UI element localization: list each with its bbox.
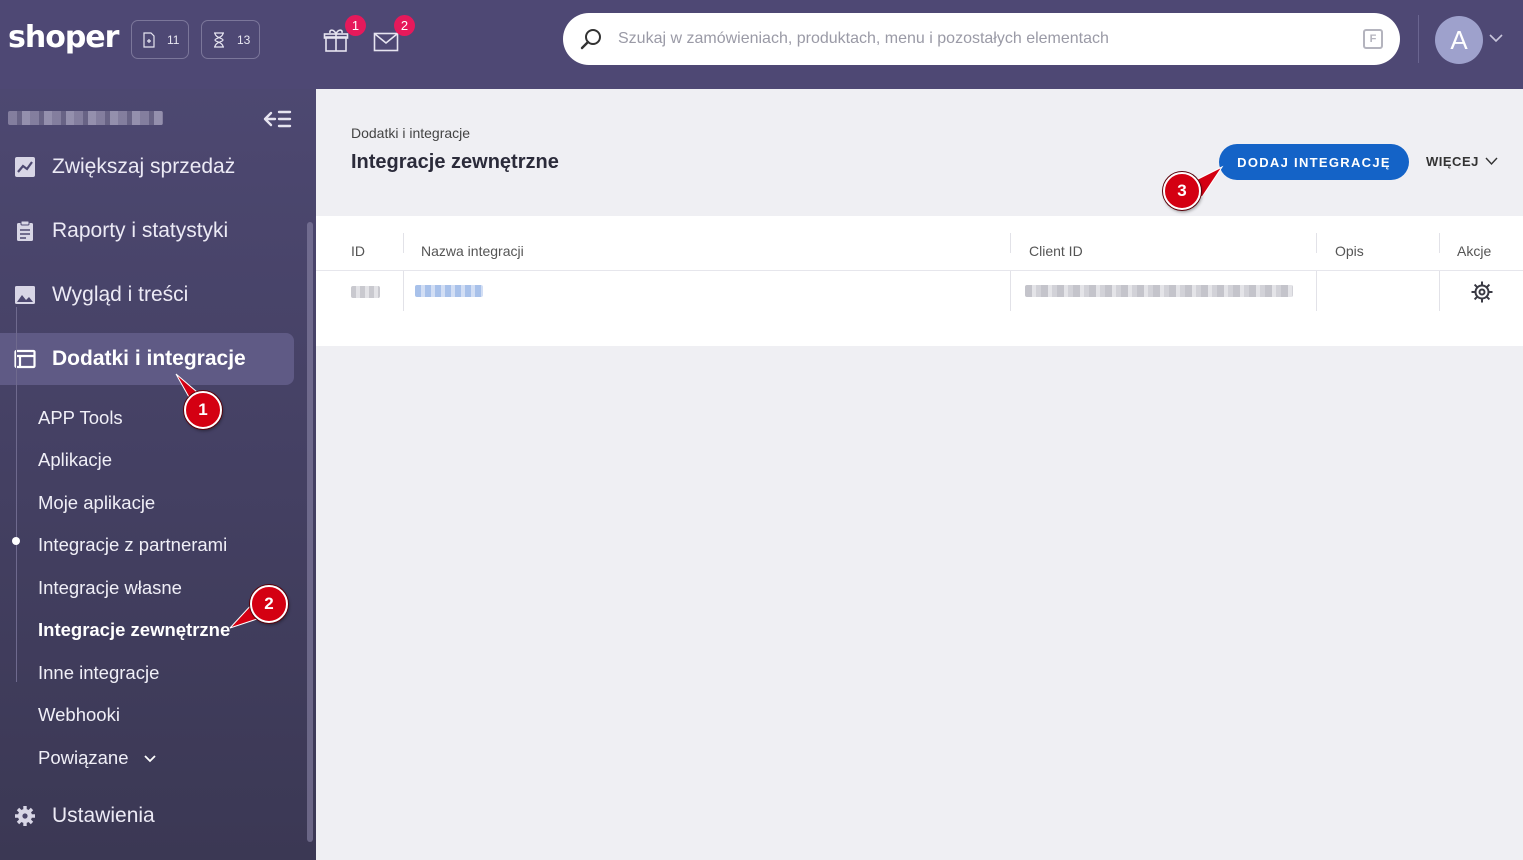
breadcrumb[interactable]: Dodatki i integracje [351, 125, 470, 141]
gear-icon[interactable] [1470, 280, 1494, 304]
redacted-integration-name-link[interactable] [415, 285, 483, 297]
step-marker-2: 2 [250, 585, 288, 623]
column-divider [403, 271, 404, 311]
gift-icon[interactable] [323, 28, 349, 52]
page-title: Integracje zewnętrzne [351, 151, 559, 173]
sidebar-scrollbar[interactable] [307, 222, 313, 842]
image-icon [15, 286, 35, 304]
shoper-logo[interactable]: shoper [8, 20, 119, 55]
chevron-down-icon [144, 755, 156, 763]
column-header-client-id[interactable]: Client ID [1029, 243, 1083, 259]
subnav-other-integrations[interactable]: Inne integracje [38, 662, 159, 684]
mail-badge: 2 [394, 15, 415, 36]
column-header-id[interactable]: ID [351, 243, 365, 259]
chart-icon [15, 157, 35, 177]
mail-icon[interactable] [373, 30, 399, 54]
gift-badge: 1 [345, 15, 366, 36]
add-integration-button[interactable]: DODAJ INTEGRACJĘ [1219, 144, 1409, 180]
redacted-id [351, 286, 380, 298]
store-name [8, 111, 163, 125]
step-marker-3: 3 [1163, 172, 1201, 210]
subnav-external-integrations[interactable]: Integracje zewnętrzne [38, 619, 230, 641]
subnav-my-applications[interactable]: Moje aplikacje [38, 492, 155, 514]
sidebar-item-label: Dodatki i integracje [52, 347, 246, 370]
pending-count: 13 [237, 32, 251, 47]
sidebar-item-label: Wygląd i treści [52, 283, 189, 306]
more-label: WIĘCEJ [1426, 154, 1479, 169]
subnav-app-tools[interactable]: APP Tools [38, 407, 123, 429]
sidebar-item-appearance[interactable]: Wygląd i treści [0, 269, 294, 321]
clipboard-icon [17, 220, 33, 241]
integrations-table [316, 216, 1523, 346]
topbar-divider [1418, 15, 1419, 63]
subnav-related-label: Powiązane [38, 747, 129, 768]
column-divider [1010, 271, 1011, 311]
column-header-actions: Akcje [1457, 243, 1492, 259]
document-icon [143, 31, 155, 48]
sidebar-item-addons[interactable]: Dodatki i integracje [0, 333, 294, 385]
subnav-line [16, 307, 17, 682]
search-icon [580, 29, 601, 50]
chevron-down-icon[interactable] [1489, 33, 1503, 43]
more-button[interactable]: WIĘCEJ [1426, 154, 1498, 169]
sidebar-item-label: Raporty i statystyki [52, 219, 229, 242]
documents-count: 11 [167, 32, 180, 47]
column-divider [1316, 233, 1317, 253]
step-marker-1: 1 [184, 391, 222, 429]
collapse-sidebar-icon[interactable] [262, 109, 292, 129]
documents-counter[interactable]: 11 [131, 20, 190, 59]
hourglass-icon [214, 31, 224, 48]
header-row-border [316, 270, 1523, 271]
redacted-client-id [1025, 285, 1293, 297]
chevron-down-icon [1485, 157, 1498, 166]
search-input[interactable] [618, 23, 1338, 55]
column-divider [403, 233, 404, 253]
window-icon [14, 349, 36, 369]
column-divider [1010, 233, 1011, 253]
sidebar-item-reports[interactable]: Raporty i statystyki [0, 205, 294, 257]
column-divider [1316, 271, 1317, 311]
column-divider [1439, 233, 1440, 253]
filter-icon[interactable]: F [1363, 29, 1383, 49]
subnav-partner-integrations[interactable]: Integracje z partnerami [38, 534, 227, 556]
subnav-related[interactable]: Powiązane [38, 747, 156, 769]
column-header-name[interactable]: Nazwa integracji [421, 243, 524, 259]
sidebar-item-settings[interactable]: Ustawienia [0, 790, 294, 842]
pending-counter[interactable]: 13 [201, 20, 261, 59]
search-bar: F [563, 13, 1400, 65]
sidebar-item-sales[interactable]: Zwiększaj sprzedaż [0, 141, 294, 193]
subnav-own-integrations[interactable]: Integracje własne [38, 577, 182, 599]
subnav-webhooks[interactable]: Webhooki [38, 704, 120, 726]
gear-icon [15, 806, 35, 826]
sidebar-item-label: Ustawienia [52, 804, 155, 827]
column-header-description[interactable]: Opis [1335, 243, 1364, 259]
current-indicator [12, 537, 20, 545]
column-divider [1439, 271, 1440, 311]
subnav-applications[interactable]: Aplikacje [38, 449, 112, 471]
user-avatar[interactable]: A [1435, 16, 1483, 64]
sidebar-item-label: Zwiększaj sprzedaż [52, 155, 236, 178]
top-bar: shoper 11 13 1 2 F A [0, 0, 1523, 89]
